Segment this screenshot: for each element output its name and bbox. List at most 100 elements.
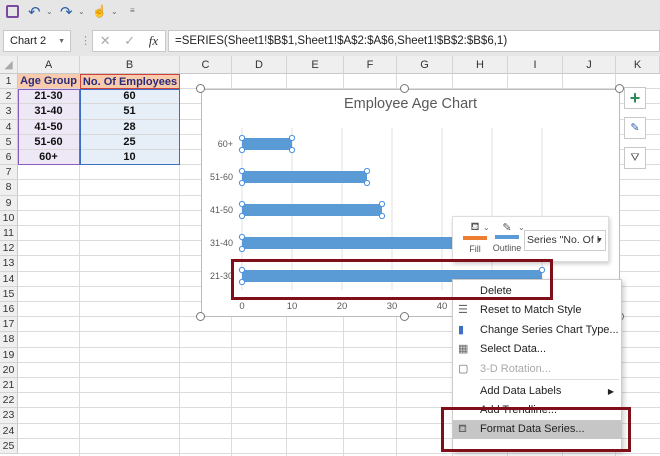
row-header-23[interactable]: 23 xyxy=(0,408,18,424)
header-cell-employees[interactable]: No. Of Employees xyxy=(80,74,180,90)
column-header-j[interactable]: J xyxy=(563,56,616,74)
row-header-4[interactable]: 4 xyxy=(0,119,18,135)
menu-item-reset-to-match-style[interactable]: ☰ Reset to Match Style xyxy=(453,301,622,320)
y-tick-label: 21-30 xyxy=(210,271,233,281)
bar-60+[interactable] xyxy=(242,138,292,150)
save-icon[interactable] xyxy=(6,5,19,18)
row-header-13[interactable]: 13 xyxy=(0,256,18,272)
x-tick-label: 0 xyxy=(239,301,244,312)
row-header-1[interactable]: 1 xyxy=(0,74,18,90)
column-header-k[interactable]: K xyxy=(616,56,660,74)
bar-selection-handle xyxy=(238,167,246,175)
menu-item-label: Reset to Match Style xyxy=(480,304,582,316)
undo-icon[interactable]: ↶ xyxy=(28,3,41,21)
name-box[interactable]: Chart 2 ▼ xyxy=(3,30,71,52)
customize-qat-icon[interactable]: ≡ xyxy=(130,6,135,15)
chart-filters-icon[interactable]: ⛛ xyxy=(624,147,646,169)
column-header-a[interactable]: A xyxy=(18,56,80,74)
cell-age-group[interactable]: 21-30 xyxy=(18,89,80,105)
cell-age-group[interactable]: 41-50 xyxy=(18,119,80,135)
menu-item-change-series-chart-type[interactable]: ▮ Change Series Chart Type... xyxy=(453,321,622,340)
menu-item-3-d-rotation[interactable]: ▢ 3-D Rotation... xyxy=(453,360,622,379)
cell-employees[interactable]: 10 xyxy=(80,150,180,166)
chart-resize-handle[interactable] xyxy=(400,312,409,321)
cell-employees[interactable]: 51 xyxy=(80,104,180,120)
row-header-21[interactable]: 21 xyxy=(0,378,18,394)
column-header-b[interactable]: B xyxy=(80,56,180,74)
row-header-24[interactable]: 24 xyxy=(0,423,18,439)
x-tick-label: 20 xyxy=(337,301,348,312)
row-header-9[interactable]: 9 xyxy=(0,195,18,211)
row-header-6[interactable]: 6 xyxy=(0,150,18,166)
undo-dropdown-icon[interactable]: ⌄ xyxy=(46,7,53,16)
touch-mode-icon[interactable]: ☝ xyxy=(92,4,107,18)
column-header-d[interactable]: D xyxy=(232,56,287,74)
row-header-8[interactable]: 8 xyxy=(0,180,18,196)
chart-resize-handle[interactable] xyxy=(196,84,205,93)
cancel-icon[interactable]: ✕ xyxy=(100,33,111,49)
column-header-h[interactable]: H xyxy=(453,56,508,74)
cell-age-group[interactable]: 60+ xyxy=(18,150,80,166)
series-selector[interactable]: Series "No. Of I ▼ xyxy=(524,230,606,251)
redo-dropdown-icon[interactable]: ⌄ xyxy=(78,7,85,16)
bar-selection-handle xyxy=(363,179,371,187)
quick-access-toolbar: ↶ ⌄ ↷ ⌄ ☝ ⌄ ≡ xyxy=(0,0,660,26)
row-header-19[interactable]: 19 xyxy=(0,347,18,363)
formula-text: =SERIES(Sheet1!$B$1,Sheet1!$A$2:$A$6,She… xyxy=(175,35,508,47)
row-header-16[interactable]: 16 xyxy=(0,302,18,318)
row-header-7[interactable]: 7 xyxy=(0,165,18,181)
bar-51-60[interactable] xyxy=(242,171,367,183)
row-header-22[interactable]: 22 xyxy=(0,393,18,409)
row-header-14[interactable]: 14 xyxy=(0,271,18,287)
row-header-17[interactable]: 17 xyxy=(0,317,18,333)
row-header-10[interactable]: 10 xyxy=(0,210,18,226)
menu-item-add-data-labels[interactable]: Add Data Labels ▶ xyxy=(453,382,622,401)
bar-selection-handle xyxy=(238,200,246,208)
column-header-c[interactable]: C xyxy=(180,56,232,74)
chart-resize-handle[interactable] xyxy=(400,84,409,93)
cell-employees[interactable]: 25 xyxy=(80,134,180,150)
highlight-box-bar xyxy=(231,259,553,300)
chart-elements-icon[interactable]: + xyxy=(624,87,646,109)
column-header-i[interactable]: I xyxy=(508,56,563,74)
chart-resize-handle[interactable] xyxy=(615,84,624,93)
row-header-25[interactable]: 25 xyxy=(0,438,18,454)
enter-icon[interactable]: ✓ xyxy=(124,33,135,49)
column-header-g[interactable]: G xyxy=(397,56,453,74)
chart-resize-handle[interactable] xyxy=(196,312,205,321)
chevron-down-icon: ▼ xyxy=(58,37,65,45)
column-header-f[interactable]: F xyxy=(344,56,397,74)
cell-age-group[interactable]: 31-40 xyxy=(18,104,80,120)
drag-handle-icon[interactable]: ⋮ xyxy=(80,34,91,47)
bar-selection-handle xyxy=(238,245,246,253)
fill-color-swatch xyxy=(463,236,487,240)
redo-icon[interactable]: ↷ xyxy=(60,3,73,21)
row-header-11[interactable]: 11 xyxy=(0,226,18,242)
bar-selection-handle xyxy=(288,146,296,154)
formula-input[interactable]: =SERIES(Sheet1!$B$1,Sheet1!$A$2:$A$6,She… xyxy=(168,30,660,52)
fill-dropdown-icon[interactable]: ⌄ xyxy=(483,223,490,232)
reset-style-icon: ☰ xyxy=(458,304,468,316)
bar-selection-handle xyxy=(238,134,246,142)
series-selector-value: Series "No. Of I xyxy=(527,234,600,246)
chart-styles-icon[interactable]: ✎ xyxy=(624,117,646,139)
row-header-5[interactable]: 5 xyxy=(0,134,18,150)
cell-age-group[interactable]: 51-60 xyxy=(18,134,80,150)
header-cell-age-group[interactable]: Age Group xyxy=(18,74,80,90)
row-header-3[interactable]: 3 xyxy=(0,104,18,120)
insert-function-icon[interactable]: fx xyxy=(149,33,158,49)
mini-toolbar: ⛾ Fill ⌄ ✎ Outline ⌄ Series "No. Of I ▼ xyxy=(452,216,609,262)
chevron-down-icon: ▼ xyxy=(596,237,603,244)
column-header-e[interactable]: E xyxy=(287,56,344,74)
row-header-2[interactable]: 2 xyxy=(0,89,18,105)
cell-employees[interactable]: 28 xyxy=(80,119,180,135)
cell-employees[interactable]: 60 xyxy=(80,89,180,105)
select-all-button[interactable]: ◢ xyxy=(0,56,18,74)
row-header-18[interactable]: 18 xyxy=(0,332,18,348)
row-header-20[interactable]: 20 xyxy=(0,362,18,378)
row-header-15[interactable]: 15 xyxy=(0,286,18,302)
menu-item-select-data[interactable]: ▦ Select Data... xyxy=(453,340,622,359)
touch-dropdown-icon[interactable]: ⌄ xyxy=(111,7,118,16)
bar-41-50[interactable] xyxy=(242,204,382,216)
row-header-12[interactable]: 12 xyxy=(0,241,18,257)
